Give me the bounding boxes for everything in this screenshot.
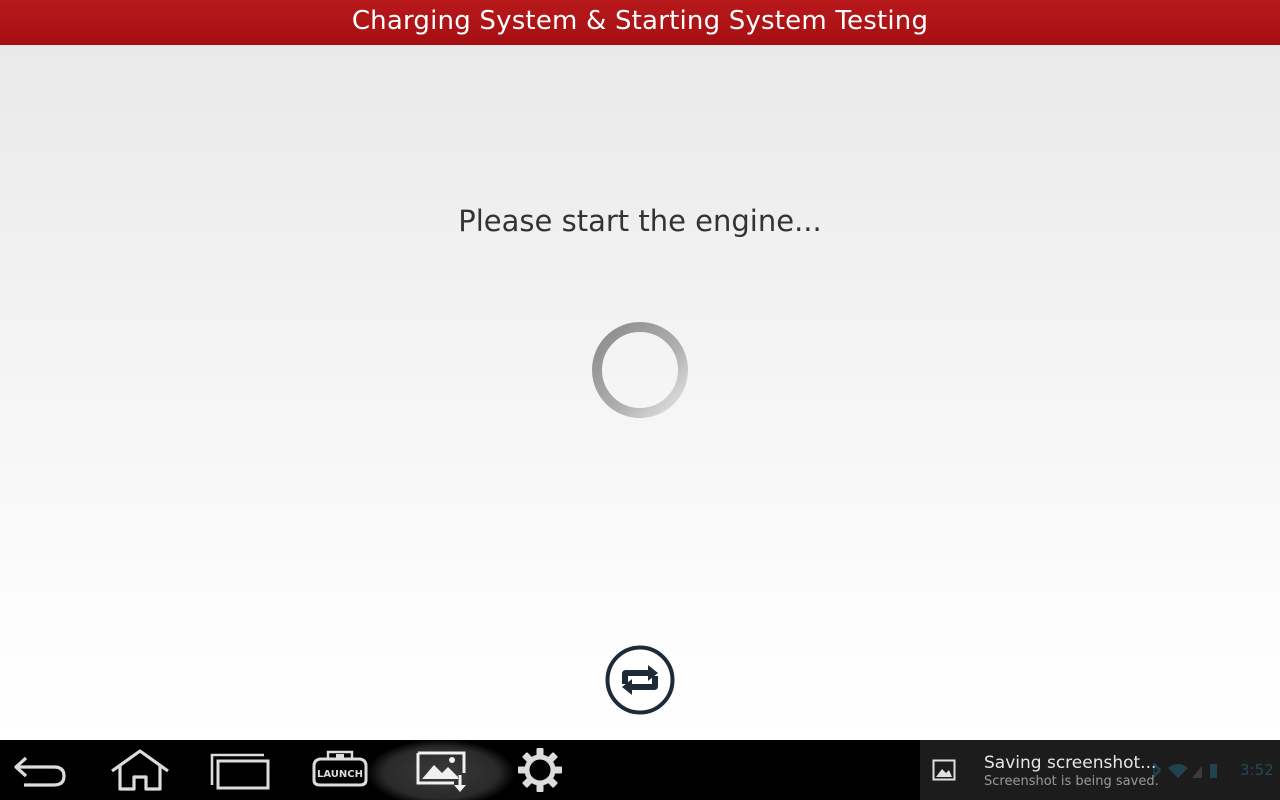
back-icon	[14, 756, 66, 787]
signal-icon	[1192, 766, 1202, 778]
wifi-icon	[1168, 764, 1188, 778]
page-title: Charging System & Starting System Testin…	[351, 6, 929, 36]
launch-label: LAUNCH	[317, 769, 363, 780]
refresh-button[interactable]	[604, 644, 676, 716]
title-bar: Charging System & Starting System Testin…	[0, 0, 1280, 46]
status-message: Please start the engine...	[458, 204, 822, 238]
main-content: Please start the engine...	[0, 45, 1280, 740]
screenshot-button[interactable]	[402, 740, 482, 800]
back-button[interactable]	[0, 740, 80, 800]
launch-button[interactable]: LAUNCH	[300, 740, 380, 800]
recent-apps-button[interactable]	[200, 740, 280, 800]
status-icons	[1153, 762, 1217, 779]
launch-icon: LAUNCH	[312, 750, 368, 787]
recent-apps-icon	[210, 753, 270, 790]
home-button[interactable]	[100, 740, 180, 800]
settings-icon	[518, 748, 562, 792]
home-icon	[111, 749, 169, 791]
status-clock: 3:52	[1240, 761, 1274, 779]
notification-subtitle: Screenshot is being saved.	[984, 774, 1159, 789]
image-icon	[932, 759, 956, 781]
battery-icon	[1210, 764, 1217, 778]
loading-spinner-icon	[592, 322, 688, 418]
settings-button[interactable]	[500, 740, 580, 800]
screenshot-icon	[416, 751, 466, 792]
notification-title: Saving screenshot...	[984, 753, 1157, 773]
bluetooth-icon	[1153, 762, 1162, 779]
